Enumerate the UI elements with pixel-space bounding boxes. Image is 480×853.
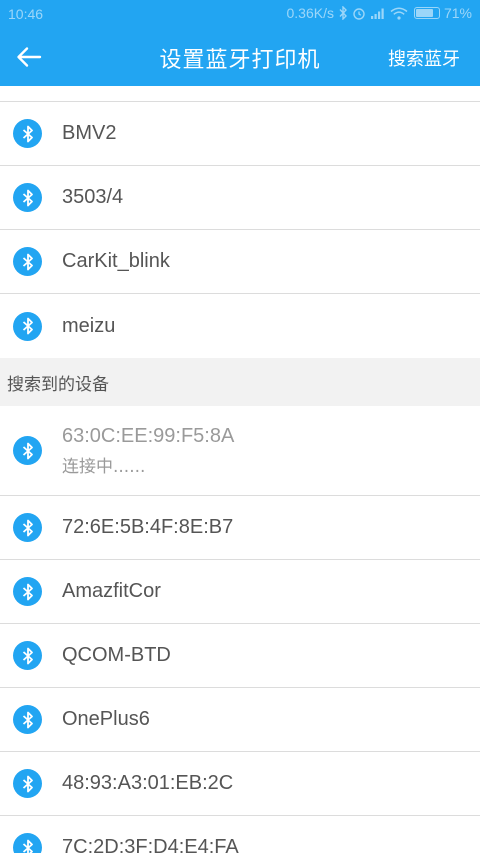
device-name: QCOM-BTD (62, 644, 171, 666)
device-name: BMV2 (62, 122, 117, 144)
found-device-row[interactable]: AmazfitCor (0, 560, 480, 624)
bluetooth-icon (13, 513, 42, 542)
signal-icon (370, 7, 386, 19)
bluetooth-icon (13, 833, 42, 853)
device-name: 48:93:A3:01:EB:2C (62, 772, 234, 794)
wifi-icon (390, 7, 408, 20)
paired-device-row[interactable]: BMV2 (0, 102, 480, 166)
device-list-scroll[interactable]: BMV2 3503/4 CarKit_blink meizu 搜索到的设备 63… (0, 86, 480, 853)
device-name: OnePlus6 (62, 708, 150, 730)
paired-device-row[interactable]: meizu (0, 294, 480, 358)
list-item-partial (0, 86, 480, 102)
bluetooth-icon (13, 436, 42, 465)
network-speed: 0.36K/s (286, 5, 334, 21)
battery-icon (413, 7, 440, 19)
bluetooth-icon (13, 311, 42, 341)
device-name: 72:6E:5B:4F:8E:B7 (62, 516, 234, 538)
app-bar: 设置蓝牙打印机 搜索蓝牙 (0, 28, 480, 86)
device-name: 63:0C:EE:99:F5:8A (62, 424, 235, 447)
bluetooth-icon (13, 769, 42, 798)
bluetooth-icon (13, 641, 42, 670)
battery-level: 71% (443, 5, 472, 21)
device-name: CarKit_blink (62, 250, 170, 272)
paired-device-list: BMV2 3503/4 CarKit_blink meizu (0, 102, 480, 358)
alarm-icon (352, 6, 366, 20)
bluetooth-icon (13, 119, 42, 148)
found-device-row[interactable]: QCOM-BTD (0, 624, 480, 688)
status-bar: 10:46 0.36K/s 71% (0, 0, 480, 28)
connection-status: 连接中...... (62, 456, 146, 477)
search-bluetooth-button[interactable]: 搜索蓝牙 (388, 45, 460, 71)
paired-device-row[interactable]: 3503/4 (0, 166, 480, 230)
paired-device-row[interactable]: CarKit_blink (0, 230, 480, 294)
found-device-row[interactable]: 72:6E:5B:4F:8E:B7 (0, 496, 480, 560)
found-device-list: 63:0C:EE:99:F5:8A 连接中...... 72:6E:5B:4F:… (0, 406, 480, 853)
device-name: AmazfitCor (62, 580, 161, 602)
status-icons: 0.36K/s 71% (286, 5, 472, 21)
device-text: 63:0C:EE:99:F5:8A 连接中...... (62, 425, 234, 477)
bluetooth-icon (13, 705, 42, 734)
found-device-row[interactable]: 48:93:A3:01:EB:2C (0, 752, 480, 816)
bluetooth-icon (13, 577, 42, 606)
bluetooth-icon (13, 183, 42, 212)
found-device-row[interactable]: 7C:2D:3F:D4:E4:FA (0, 816, 480, 853)
device-name: meizu (62, 314, 116, 337)
device-name: 7C:2D:3F:D4:E4:FA (62, 836, 239, 853)
found-device-row[interactable]: OnePlus6 (0, 688, 480, 752)
status-time: 10:46 (8, 6, 44, 22)
found-device-row-connecting[interactable]: 63:0C:EE:99:F5:8A 连接中...... (0, 406, 480, 496)
bluetooth-status-icon (338, 6, 348, 20)
found-devices-header: 搜索到的设备 (0, 358, 480, 406)
device-name: 3503/4 (62, 186, 124, 208)
bluetooth-icon (13, 247, 42, 276)
